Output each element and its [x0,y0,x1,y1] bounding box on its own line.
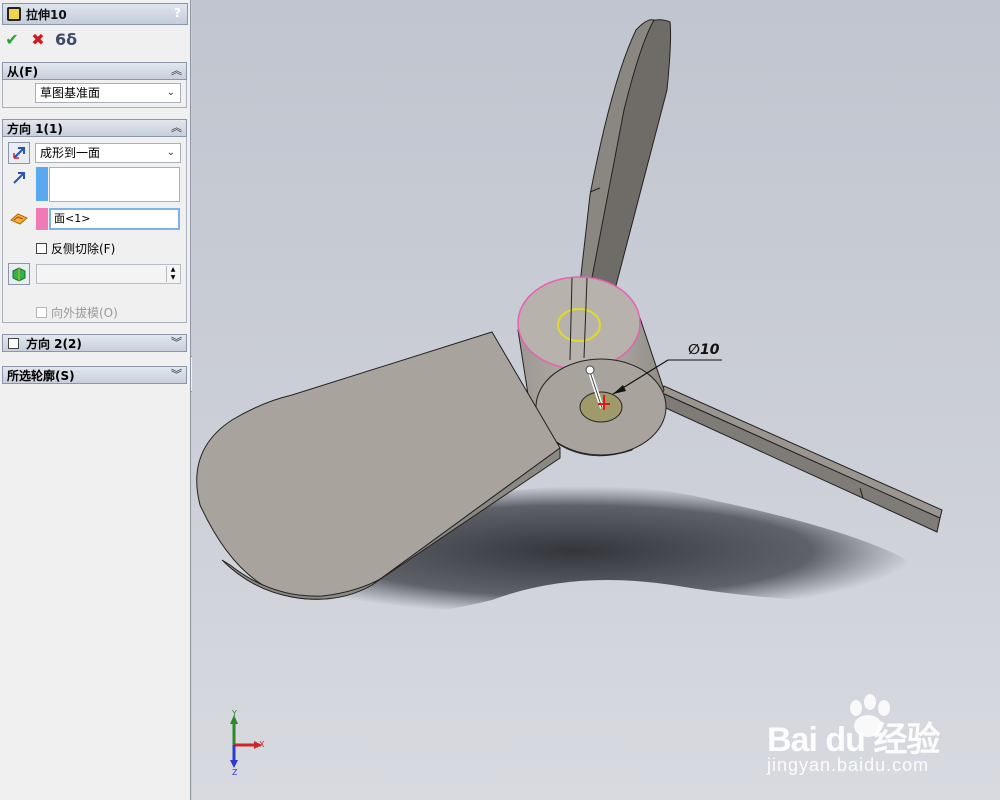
watermark-url: jingyan.baidu.com [767,755,930,775]
graphics-viewport[interactable]: Y X Z ∅10 Bai du 经验 jingyan.baidu.com [192,0,1000,800]
direction1-group-header[interactable]: 方向 1(1) ︽ [2,119,187,137]
start-condition-select[interactable]: 草图基准面 ⌄ [35,83,181,103]
face-color-swatch [36,208,48,230]
end-condition-value: 成形到一面 [40,146,101,160]
triad-x-label: X [259,740,265,749]
help-button[interactable]: ? [174,6,181,20]
coordinate-triad: Y X Z [230,709,265,777]
draft-outward-checkbox [36,307,47,318]
draft-icon[interactable] [8,263,30,285]
draft-outward-row: 向外拔模(O) [36,304,118,321]
property-manager-panel: 拉伸10 ? ✔ ✖ 6δ 从(F) ︽ 草图基准面 ⌄ 方向 1(1) ︽ 成… [0,0,191,800]
direction2-group-header[interactable]: 方向 2(2) ︾ [2,334,187,352]
triad-y-label: Y [231,709,237,718]
chevron-down-icon[interactable]: ︾ [171,335,182,351]
extrude-feature-icon [7,7,21,21]
flip-side-checkbox[interactable] [36,243,47,254]
ok-check-icon[interactable]: ✔ [3,31,21,49]
face-selection-field[interactable]: 面<1> [49,208,180,230]
direction-vector-listbox[interactable] [49,167,180,202]
flip-side-label: 反侧切除(F) [51,242,116,256]
chevron-up-icon[interactable]: ︽ [171,63,182,79]
direction2-checkbox[interactable] [8,337,19,349]
diameter-dimension-label[interactable]: ∅10 [688,342,719,358]
feature-title-bar: 拉伸10 ? [2,3,188,25]
draft-angle-spinbox[interactable]: ▲ ▼ [36,264,181,284]
start-condition-value: 草图基准面 [40,86,101,100]
direction1-group-title: 方向 1(1) [7,121,63,136]
flip-side-row[interactable]: 反侧切除(F) [36,240,115,257]
selected-contours-header[interactable]: 所选轮廓(S) ︾ [2,366,187,384]
draft-outward-label: 向外拔模(O) [51,306,118,320]
watermark-logo-text: Bai du 经验 [767,721,940,759]
from-group-body: 草图基准面 ⌄ [2,80,187,108]
spin-arrows-icon[interactable]: ▲ ▼ [166,266,179,282]
from-group-header[interactable]: 从(F) ︽ [2,62,187,80]
direction2-group-title: 方向 2(2) [26,336,82,351]
direction1-group-body: 成形到一面 ⌄ 面<1> 反侧切除(F) ▲ ▼ 向外拔模(O) [2,137,187,323]
end-condition-select[interactable]: 成形到一面 ⌄ [35,143,181,163]
from-group-title: 从(F) [7,64,39,79]
feature-title: 拉伸10 [26,7,67,22]
reverse-direction-icon[interactable] [8,142,30,164]
chevron-down-icon[interactable]: ︾ [171,367,182,383]
selected-contours-title: 所选轮廓(S) [7,368,75,383]
cancel-x-icon[interactable]: ✖ [29,31,47,49]
direction-vector-icon [8,167,30,189]
detailed-preview-icon[interactable]: 6δ [55,31,77,49]
dropdown-arrow-icon: ⌄ [166,147,175,158]
chevron-up-icon[interactable]: ︽ [171,120,182,136]
action-buttons: ✔ ✖ 6δ [3,30,77,50]
dropdown-arrow-icon: ⌄ [166,87,175,98]
direction-color-swatch [36,167,48,201]
propeller-model: Y X Z [196,19,943,777]
triad-z-label: Z [232,768,238,777]
face-selection-value: 面<1> [54,212,91,225]
face-plane-icon [8,208,30,230]
